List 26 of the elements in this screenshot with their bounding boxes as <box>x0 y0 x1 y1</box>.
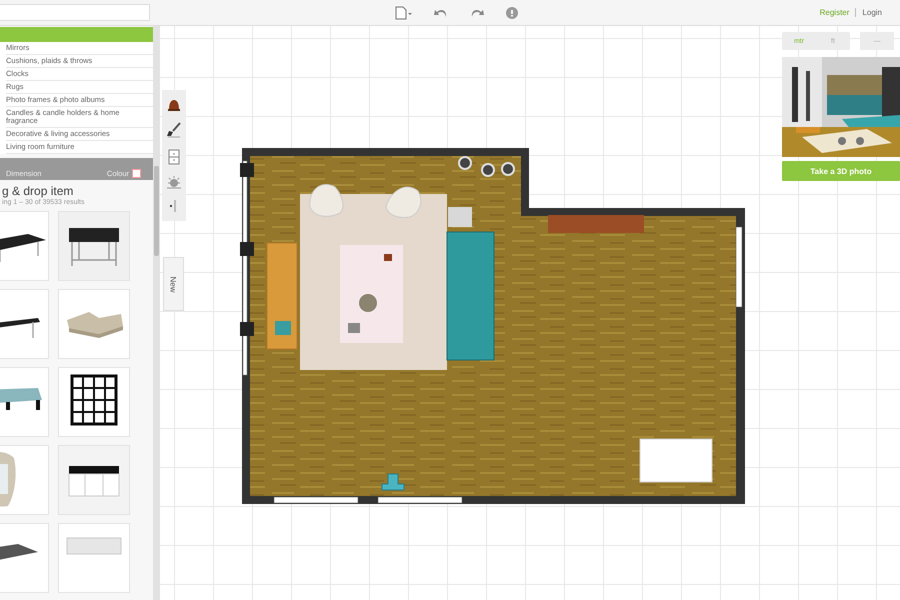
sun-icon[interactable] <box>166 175 182 189</box>
account-link[interactable]: Login <box>862 8 882 17</box>
colour-swatch-icon[interactable] <box>132 169 141 178</box>
book <box>348 323 360 333</box>
side-table <box>448 207 472 227</box>
pendant-lamp <box>386 186 422 218</box>
wall-light <box>240 242 254 256</box>
search-field[interactable] <box>0 4 150 21</box>
book <box>384 254 392 261</box>
lamp-icon[interactable] <box>166 98 182 112</box>
help-icon[interactable] <box>506 6 518 18</box>
wall-light <box>240 322 254 336</box>
speaker <box>501 162 515 176</box>
new-tab[interactable]: New <box>163 257 184 311</box>
wall-light <box>240 163 254 177</box>
scrollbar[interactable] <box>153 26 160 600</box>
bowl <box>359 294 377 312</box>
results-heading: g & drop item <box>2 184 74 198</box>
new-document-icon[interactable] <box>394 6 412 20</box>
pendant-lamp <box>309 184 344 217</box>
cabinet-icon[interactable] <box>167 148 181 165</box>
speaker <box>458 156 472 170</box>
ottoman <box>275 321 291 335</box>
paint-brush-icon[interactable] <box>166 122 182 138</box>
camera <box>382 474 404 490</box>
speaker <box>481 163 495 177</box>
